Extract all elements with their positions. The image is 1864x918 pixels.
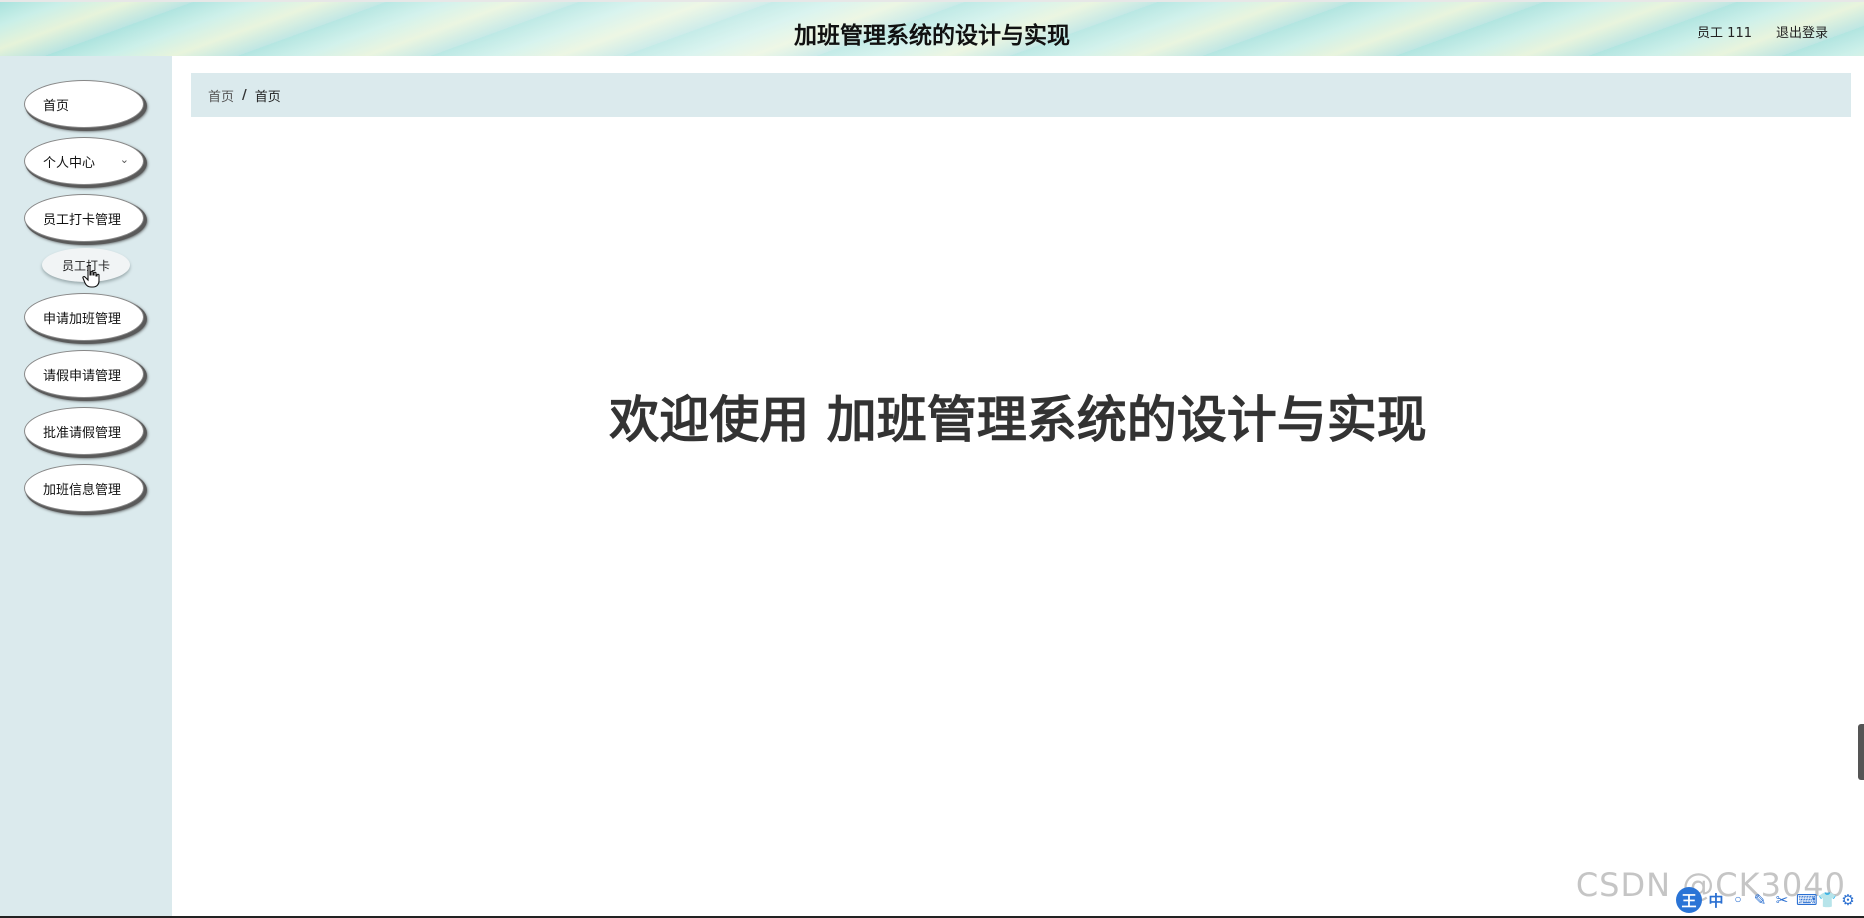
ime-logo-icon[interactable]: 王	[1676, 887, 1702, 913]
ime-settings-icon[interactable]: ⚙	[1840, 891, 1856, 909]
app-title: 加班管理系统的设计与实现	[794, 23, 1070, 49]
sidebar-item-label: 加班信息管理	[43, 482, 122, 498]
sidebar-item-overtime-info[interactable]: 加班信息管理	[24, 464, 144, 512]
sidebar-item-label: 申请加班管理	[43, 311, 122, 327]
ime-keyboard-icon[interactable]: ⌨	[1796, 891, 1818, 909]
sidebar-item-label: 员工打卡管理	[43, 212, 122, 228]
logout-link[interactable]: 退出登录	[1776, 22, 1828, 41]
breadcrumb: 首页 / 首页	[191, 73, 1851, 117]
side-drawer-handle[interactable]	[1858, 724, 1864, 780]
ime-punctuation-icon[interactable]: ◦	[1730, 891, 1746, 909]
current-user-label: 员工 111	[1697, 26, 1752, 41]
ime-skin-icon[interactable]: 👕	[1818, 891, 1837, 909]
sidebar-item-leave-application[interactable]: 请假申请管理	[24, 350, 144, 398]
sidebar: 首页 个人中心 ⌄ 员工打卡管理 员工打卡 申请加班管理 请假申请管理 批准请假…	[0, 56, 172, 918]
top-header: 加班管理系统的设计与实现 员工 111 退出登录	[0, 0, 1864, 56]
breadcrumb-current: 首页	[254, 89, 281, 105]
sidebar-item-home[interactable]: 首页	[24, 80, 144, 128]
sidebar-item-label: 请假申请管理	[43, 368, 122, 384]
ime-toolbar: 王 中 ◦ ✎ ✂ ⌨ 👕 ⚙	[1676, 886, 1864, 914]
ime-handwrite-icon[interactable]: ✎	[1752, 891, 1768, 909]
sidebar-item-label: 首页	[43, 98, 70, 114]
sidebar-item-leave-approval[interactable]: 批准请假管理	[24, 407, 144, 455]
sidebar-item-label: 批准请假管理	[43, 425, 122, 441]
sidebar-item-label: 个人中心	[43, 155, 96, 171]
welcome-heading: 欢迎使用 加班管理系统的设计与实现	[609, 391, 1427, 449]
sidebar-item-clock-in-management[interactable]: 员工打卡管理	[24, 194, 144, 242]
sidebar-item-overtime-application[interactable]: 申请加班管理	[24, 293, 144, 341]
breadcrumb-home-link[interactable]: 首页	[208, 86, 234, 105]
chevron-down-icon: ⌄	[119, 153, 129, 166]
hand-pointer-icon	[82, 264, 100, 288]
ime-scissors-icon[interactable]: ✂	[1774, 891, 1790, 909]
sidebar-item-personal-center[interactable]: 个人中心 ⌄	[24, 137, 144, 185]
breadcrumb-separator: /	[242, 87, 247, 103]
ime-chinese-mode-icon[interactable]: 中	[1708, 890, 1724, 911]
